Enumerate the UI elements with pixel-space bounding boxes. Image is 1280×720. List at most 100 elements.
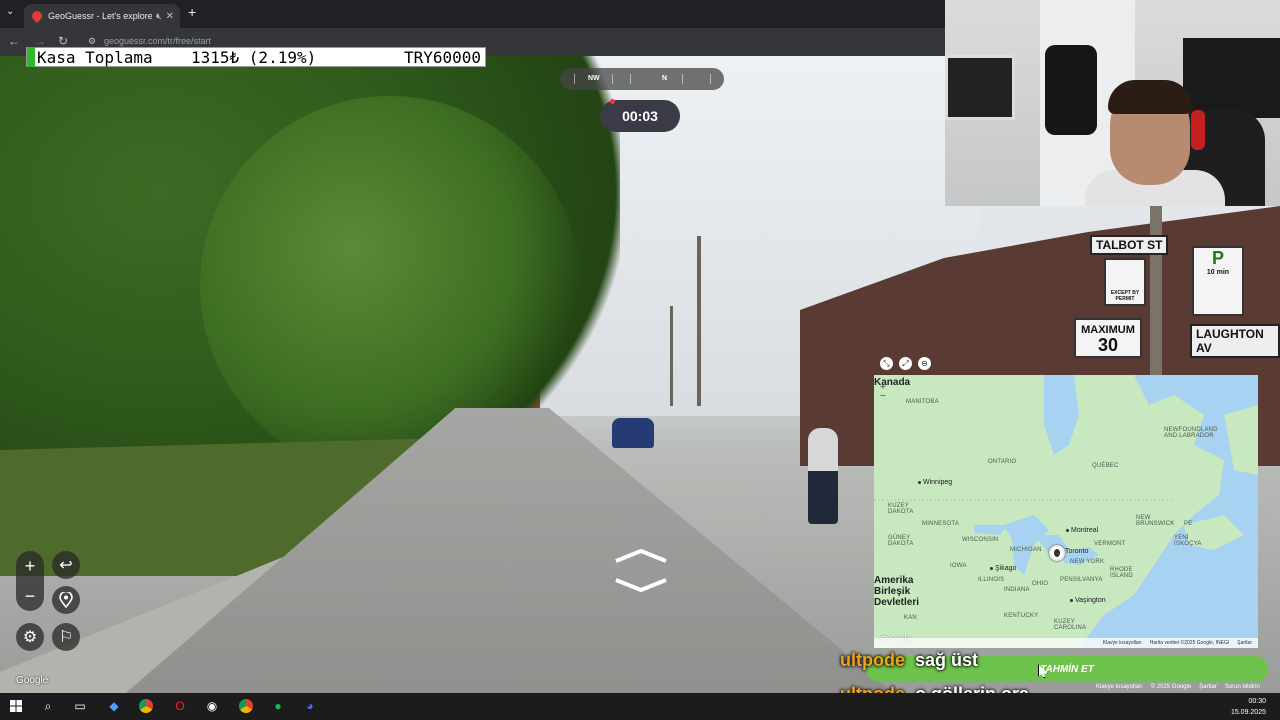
clock-time: 00:30 [1248,698,1266,705]
url-field[interactable]: geoguessr.com/tr/free/start [104,36,211,46]
compass-tick [630,74,631,84]
sv-footer-shortcuts[interactable]: Klavye kısayolları [1096,684,1143,690]
speed-limit-value: 30 [1097,335,1119,355]
compass-nw: NW [588,75,600,82]
windows-start-icon[interactable] [8,698,24,714]
banner-label: Kasa Toplama [37,47,153,67]
except-permit: EXCEPT BY PERMIT [1110,290,1140,302]
map-label-newfoundland: NEWFOUNDLAND AND LABRADOR [1164,427,1218,439]
map-label-pe: PE [1184,521,1193,527]
parking-sign: P 10 min [1192,246,1244,316]
map-country-usa: Amerika Birleşik Devletleri [874,575,920,608]
banner-goal: TRY60000 [403,47,481,67]
utility-pole [697,236,701,406]
task-view-icon[interactable]: ▭ [72,698,88,714]
system-clock[interactable]: 00:30 15.09.2025 [1231,696,1266,718]
site-info-icon[interactable]: ⚙ [88,36,96,47]
chat-username: ultpode [840,650,905,670]
map-label-illinois: ILLINOIS [978,577,1005,583]
chrome-icon[interactable] [138,698,154,714]
map-label-pennsylvania: PENSİLVANYA [1060,577,1103,583]
parking-time: 10 min [1206,269,1230,276]
compass-tick [574,74,575,84]
screen: { "browser": { "tab_title": "GeoGuessr -… [0,0,1280,720]
compass-tick [612,74,613,84]
reload-icon[interactable]: ↻ [58,34,68,48]
back-icon[interactable]: ← [8,34,20,48]
map-footer-shortcuts[interactable]: Klavye kısayolları [1103,640,1142,646]
taskbar [0,693,1280,720]
map-label-quebec: QUÉBEC [1092,463,1119,469]
street-sign-laughton: LAUGHTON AV [1190,324,1280,358]
chrome-active-icon[interactable] [238,698,254,714]
zoom-controls: + − [16,551,44,611]
map-country-canada: Kanada [874,377,911,388]
flag-checkpoint-icon[interactable]: ⚐ [52,623,80,651]
map-footer-data: Harita verileri ©2025 Google, INEGI [1149,640,1230,646]
clock-date: 15.09.2025 [1230,709,1266,716]
webcam-overlay [945,0,1280,206]
new-tab-button[interactable]: + [188,4,196,20]
zoom-in-icon[interactable]: + [16,551,44,581]
tab-dropdown-icon[interactable]: ⌄ [6,6,14,17]
mute-icon[interactable]: 🔇︎ [156,11,162,22]
google-watermark: Google [16,675,49,686]
banner-amount: 1315₺ (2.19%) [191,47,317,67]
sv-footer-copyright: © 2025 Google [1150,684,1192,690]
map-city-chicago: Şikago [990,565,1016,572]
zoom-out-icon[interactable]: − [16,581,44,611]
map-label-kentucky: KENTUCKY [1004,613,1039,619]
tab-geoguessr[interactable]: GeoGuessr - Let's explore t 🔇︎ ✕ [24,4,180,28]
search-icon[interactable]: ⌕ [40,698,56,714]
map-size-tools: ⤡ ⤢ ⊖ [880,357,931,370]
obs-icon[interactable]: ◉ [204,698,220,714]
pin-map-icon[interactable]: ⊖ [918,357,931,370]
map-label-michigan: MICHIGAN [1010,547,1042,553]
undo-move-icon[interactable]: ↩ [52,551,80,579]
compass[interactable]: NW N [560,68,724,90]
shrink-map-icon[interactable]: ⤢ [899,357,912,370]
wall-frame [945,55,1015,120]
avatar-guess-pin-icon[interactable] [1049,545,1065,561]
map-landmass [874,375,1258,648]
map-footer-terms[interactable]: Şartlar [1237,640,1252,646]
forward-icon[interactable]: → [34,34,46,48]
donation-banner: Kasa Toplama 1315₺ (2.19%) TRY60000 [26,47,486,67]
map-label-nova-scotia: YENİ İSKOÇYA [1174,535,1202,547]
spotify-icon[interactable]: ● [270,698,286,714]
map-label-indiana: INDIANA [1004,587,1030,593]
map-city-winnipeg: Winnipeg [918,479,952,486]
street-sign-talbot: TALBOT ST [1090,235,1169,255]
map-label-north-dakota: KUZEY DAKOTA [888,503,914,515]
round-timer: 00:03 [600,100,680,132]
compass-n: N [662,75,668,82]
timer-indicator [610,99,615,104]
discord-icon[interactable]: ◕ [302,698,318,714]
parking-p: P [1211,248,1224,268]
return-to-start-icon[interactable] [52,586,80,614]
headset [1191,110,1205,150]
map-label-minnesota: MINNESOTA [922,521,960,527]
map-label-ohio: OHIO [1032,581,1049,587]
move-back-arrow-icon[interactable] [614,578,668,592]
utility-pole [670,306,673,406]
chat-text: sağ üst [915,650,979,670]
settings-gear-icon[interactable]: ⚙ [16,623,44,651]
opera-icon[interactable]: O [172,698,188,714]
map-pin-icon [29,8,45,24]
streetview-footer: Klavye kısayolları © 2025 Google Şartlar… [1096,684,1260,690]
sv-footer-report[interactable]: Sorun bildirin [1225,684,1260,690]
map-zoom-out-icon[interactable]: − [880,392,886,402]
map-label-manitoba: MANITOBA [906,399,939,405]
close-tab-icon[interactable]: ✕ [166,11,174,22]
sv-footer-terms[interactable]: Şartlar [1199,684,1217,690]
map-label-wisconsin: WISCONSIN [962,537,999,543]
guess-minimap[interactable]: + − Kanada MANITOBA ONTARIO QUÉBEC NEWFO… [874,375,1258,648]
move-forward-arrow-icon[interactable] [614,549,668,563]
copilot-icon[interactable]: ◆ [106,698,122,714]
compass-tick [710,74,711,84]
map-footer: Klavye kısayolları Harita verileri ©2025… [874,638,1258,648]
compass-tick [682,74,683,84]
expand-map-icon[interactable]: ⤡ [880,357,893,370]
wall-frame [1183,38,1280,118]
